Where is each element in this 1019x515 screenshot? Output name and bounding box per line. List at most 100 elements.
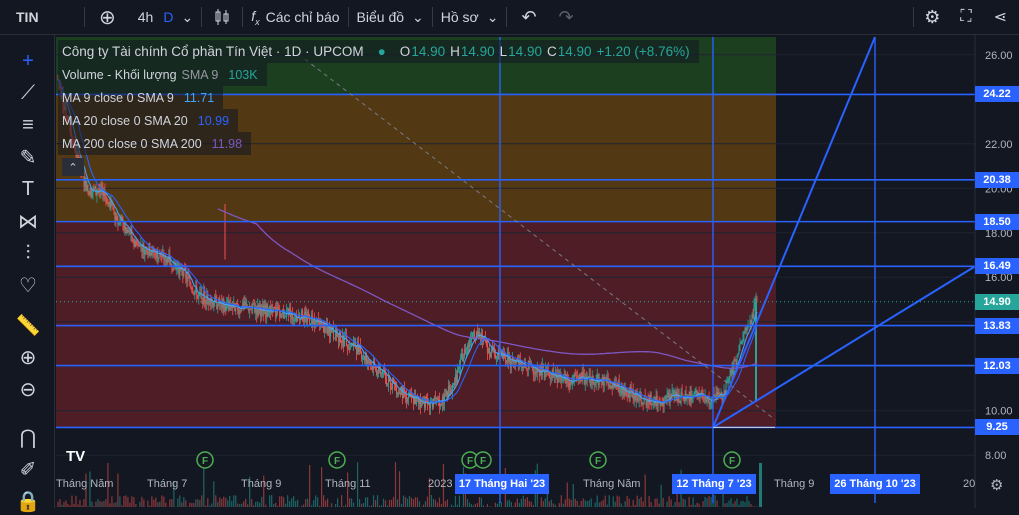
candle-body [193, 293, 194, 295]
volume-bar [295, 501, 296, 507]
volume-bar [698, 504, 699, 507]
candle-body [732, 370, 733, 374]
candles-icon[interactable] [202, 0, 242, 34]
candle-body [557, 373, 558, 382]
volume-bar [153, 500, 154, 507]
volume-bar [125, 495, 126, 507]
volume-bar [409, 496, 410, 507]
volume-bar [483, 505, 484, 507]
volume-bar [714, 495, 715, 507]
volume-bar [189, 503, 190, 507]
volume-bar [57, 502, 58, 507]
candle-body [114, 212, 115, 220]
candle-body [300, 319, 301, 320]
candle-body [704, 397, 705, 398]
volume-bar [407, 499, 408, 507]
legend-volume[interactable]: Volume - Khối lượng SMA 9 103K [58, 63, 267, 86]
price-level-pill: 20.38 [975, 172, 1019, 188]
volume-bar [577, 501, 578, 507]
volume-bar [423, 505, 424, 507]
candle-body [611, 386, 612, 388]
candle-body [358, 344, 359, 352]
redo-icon[interactable]: ↷ [551, 0, 582, 34]
candle-body [465, 349, 466, 353]
indicators-button[interactable]: fx Các chỉ báo [243, 0, 347, 34]
candle-body [396, 388, 397, 394]
volume-bar [565, 499, 566, 507]
candle-body [467, 345, 468, 351]
candle-body [116, 216, 117, 221]
fullscreen-icon[interactable]: ⛶ [950, 0, 981, 34]
candle-body [562, 381, 563, 382]
candle-body [223, 299, 224, 311]
legend-ma20[interactable]: MA 20 close 0 SMA 20 10.99 [58, 109, 238, 132]
candle-body [191, 288, 192, 291]
volume-bar [381, 505, 382, 507]
candle-body [198, 293, 199, 298]
candle-body [265, 305, 266, 317]
candle-body [284, 317, 285, 318]
fx-icon: fx [251, 8, 259, 27]
layout-button[interactable]: Biểu đồ ⌄ [349, 0, 432, 34]
candle-body [533, 367, 534, 374]
volume-bar [625, 501, 626, 507]
volume-bar [69, 505, 70, 507]
undo-icon[interactable]: ↶ [507, 0, 550, 34]
add-symbol-button[interactable]: ⊕ [85, 0, 130, 34]
candle-body [705, 397, 706, 398]
volume-bar [730, 498, 731, 507]
candle-body [192, 291, 193, 293]
candle-body [105, 195, 106, 202]
volume-bar [643, 502, 644, 507]
indicators-label: Các chỉ báo [266, 9, 340, 25]
volume-bar [317, 497, 318, 507]
volume-bar [343, 506, 344, 507]
candle-body [293, 320, 294, 321]
candle-body [737, 356, 738, 365]
volume-bar [702, 501, 703, 507]
volume-bar [251, 499, 252, 507]
candle-body [526, 368, 527, 369]
ohlc-l-label: L [500, 44, 508, 59]
candle-body [455, 375, 456, 385]
candle-body [217, 305, 218, 309]
candle-body [248, 309, 249, 311]
volume-bar [752, 506, 753, 507]
volume-label: Volume - Khối lượng [62, 68, 177, 82]
interval-button[interactable]: 4h [130, 0, 162, 34]
candle-body [405, 395, 406, 396]
gear-icon[interactable]: ⚙ [914, 0, 950, 34]
candle-body [730, 376, 731, 379]
volume-bar [661, 485, 662, 507]
profile-button[interactable]: Hồ sơ ⌄ [433, 0, 507, 34]
candle-body [471, 339, 472, 340]
chevron-down-icon[interactable]: ⌄ [175, 0, 201, 34]
volume-bar [373, 495, 374, 507]
volume-bar [323, 495, 324, 507]
candle-body [589, 376, 590, 377]
volume-bar [511, 502, 512, 507]
volume-bar [275, 503, 276, 507]
legend-ma9[interactable]: MA 9 close 0 SMA 9 11.71 [58, 86, 223, 109]
volume-bar [583, 498, 584, 507]
settings-gear-icon[interactable]: ⚙ [990, 476, 1003, 494]
candle-body [668, 393, 669, 394]
candle-body [479, 332, 480, 337]
volume-bar [61, 505, 62, 507]
legend-ma200[interactable]: MA 200 close 0 SMA 200 11.98 [58, 132, 251, 155]
candle-body [554, 377, 555, 378]
candle-body [399, 392, 400, 393]
candle-body [387, 384, 388, 385]
candle-body [91, 192, 92, 197]
candle-body [214, 297, 215, 304]
share-icon[interactable]: ⋖ [982, 0, 1019, 34]
chevron-down-icon: ⌄ [487, 9, 499, 26]
candle-body [756, 299, 757, 301]
symbol-search[interactable]: TIN [0, 0, 84, 34]
volume-bar [363, 503, 364, 507]
volume-bar [121, 505, 122, 507]
interval-d-button[interactable]: D [161, 0, 175, 34]
collapse-legend-button[interactable]: ⌃ [62, 158, 84, 176]
volume-bar [688, 497, 689, 507]
candle-body [296, 317, 297, 321]
